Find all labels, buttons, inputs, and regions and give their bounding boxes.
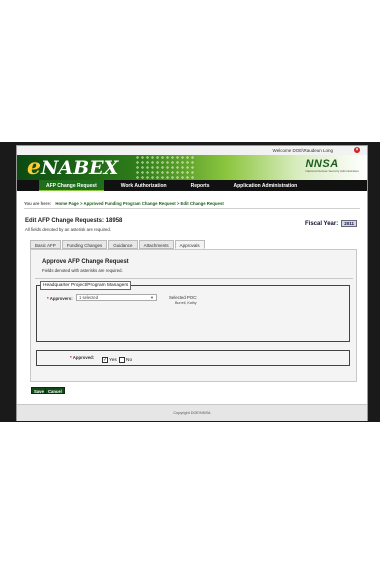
selected-poc-label: Selected POC: — [169, 295, 198, 300]
nnsa-logo: NNSA National Nuclear Security Administra… — [305, 158, 359, 173]
divider — [24, 208, 360, 209]
nav-item-reports[interactable]: Reports — [184, 180, 217, 191]
nav-item-work-authorization[interactable]: Work Authorization — [114, 180, 174, 191]
breadcrumb: You are here: Home Page > Approved Fundi… — [24, 201, 224, 206]
panel-heading: Approve AFP Change Request — [42, 259, 129, 265]
chevron-down-icon: ▼ — [150, 295, 154, 300]
main-nav: AFP Change Request Work Authorization Re… — [17, 180, 367, 191]
app-logo[interactable]: eNABEX — [27, 156, 118, 180]
nav-item-afp-change-request[interactable]: AFP Change Request — [39, 180, 104, 191]
no-checkbox[interactable] — [119, 357, 125, 363]
fiscal-year-value[interactable]: 2011 — [341, 220, 357, 227]
cancel-button[interactable]: Cancel — [45, 387, 65, 394]
tab-funding-changes[interactable]: Funding Changes — [61, 240, 108, 249]
hq-managers-fieldset: Headquarter Project/Program Managers * A… — [36, 281, 350, 342]
tab-guidance[interactable]: Guidance — [108, 240, 138, 249]
approvers-select[interactable]: 1 selected ▼ — [76, 294, 157, 301]
copyright-text: Copyright DOE/NNSA — [173, 411, 211, 415]
approved-fieldset: * Approved: ✓ Yes No — [36, 350, 350, 366]
close-icon[interactable]: × — [354, 147, 360, 153]
panel-note: Fields denoted with asterisks are requir… — [42, 268, 123, 273]
approvals-panel: Approve AFP Change Request Fields denote… — [30, 249, 357, 382]
approved-label: * Approved: — [70, 355, 95, 360]
yes-checkbox[interactable]: ✓ — [102, 357, 108, 363]
fieldset-legend: Headquarter Project/Program Managers — [40, 281, 132, 290]
selected-poc-name: Burrell, Kathy — [175, 301, 197, 305]
approved-yes[interactable]: ✓ Yes — [102, 357, 117, 363]
nav-item-application-administration[interactable]: Application Administration — [227, 180, 305, 191]
welcome-text: Welcome DOE\Raudeun Long — [272, 148, 333, 153]
required-note: All fields denoted by an asterisk are re… — [25, 227, 111, 232]
banner-pattern — [135, 155, 195, 180]
breadcrumb-trail[interactable]: Home Page > Approved Funding Program Cha… — [55, 201, 223, 206]
approved-no[interactable]: No — [119, 357, 132, 363]
app-window: Welcome DOE\Raudeun Long × eNABEX NNSA Na… — [16, 145, 368, 421]
panel-divider — [35, 278, 353, 279]
tab-approvals[interactable]: Approvals — [174, 240, 205, 249]
welcome-bar: Welcome DOE\Raudeun Long × — [17, 146, 367, 155]
fiscal-year: Fiscal Year: 2011 — [305, 220, 357, 227]
yes-label: Yes — [109, 357, 117, 363]
no-label: No — [126, 357, 133, 363]
header-banner: eNABEX NNSA National Nuclear Security Adm… — [17, 155, 367, 180]
approvers-label: * Approvers: — [47, 296, 73, 301]
tab-attachments[interactable]: Attachments — [138, 240, 174, 249]
breadcrumb-label: You are here: — [24, 201, 52, 206]
tab-bar: Basic AFP Funding Changes Guidance Attac… — [30, 240, 206, 249]
page-title: Edit AFP Change Requests: 18958 — [25, 218, 123, 224]
tab-basic-afp[interactable]: Basic AFP — [30, 240, 61, 249]
footer: Copyright DOE/NNSA — [17, 404, 367, 421]
